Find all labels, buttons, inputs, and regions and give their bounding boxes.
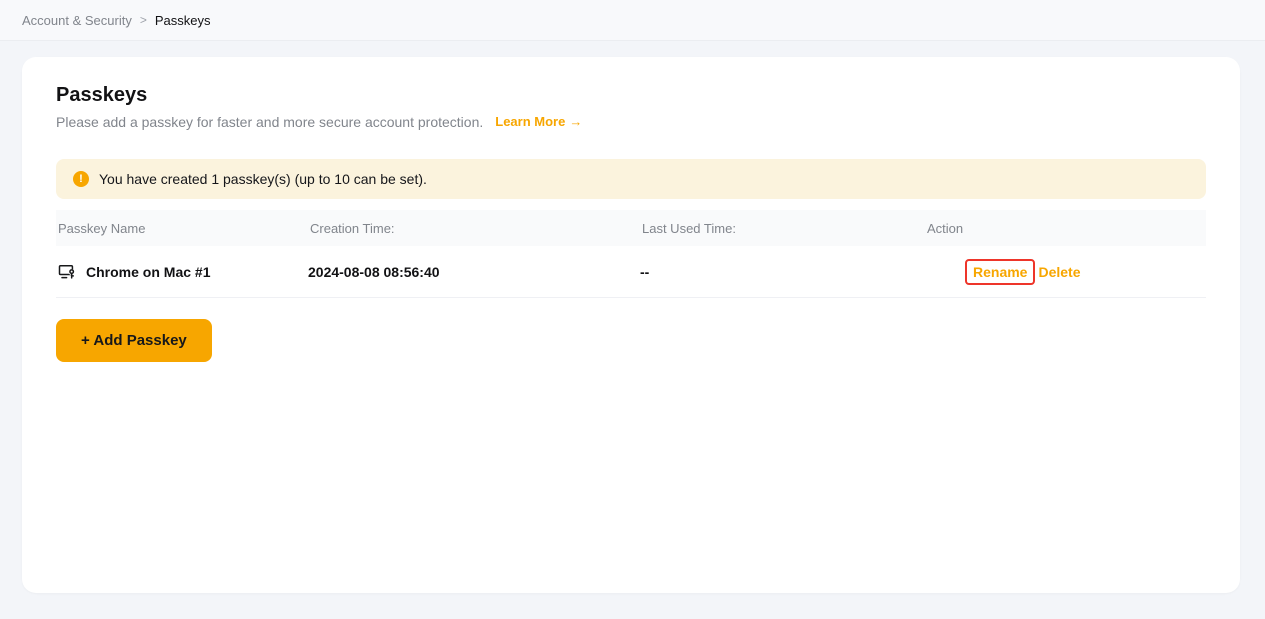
breadcrumb-current-passkeys: Passkeys <box>154 12 211 28</box>
creation-time-cell: 2024-08-08 08:56:40 <box>308 263 440 280</box>
passkey-device-icon <box>58 264 75 279</box>
breadcrumb: Account & Security > Passkeys <box>0 0 1265 41</box>
passkey-name: Chrome on Mac #1 <box>86 263 211 280</box>
page-title: Passkeys <box>56 84 148 106</box>
column-header-creation-time: Creation Time: <box>310 220 395 236</box>
table-header-row: Passkey Name Creation Time: Last Used Ti… <box>56 210 1206 246</box>
passkeys-table: Passkey Name Creation Time: Last Used Ti… <box>56 210 1206 298</box>
arrow-right-icon: → <box>569 114 583 129</box>
column-header-action: Action <box>927 220 964 236</box>
column-header-passkey-name: Passkey Name <box>58 220 146 236</box>
last-used-time-cell: -- <box>640 263 650 280</box>
info-exclamation-icon: ! <box>73 171 89 187</box>
breadcrumb-separator-icon: > <box>139 13 147 27</box>
passkey-name-cell: Chrome on Mac #1 <box>56 262 308 282</box>
add-passkey-button[interactable]: + Add Passkey <box>56 319 212 362</box>
column-header-last-used-time: Last Used Time: <box>642 220 736 236</box>
page-description: Please add a passkey for faster and more… <box>56 114 484 130</box>
annotation-highlight-box: Rename <box>965 258 1036 285</box>
delete-button[interactable]: Delete <box>1038 264 1080 280</box>
actions-cell: Rename Delete <box>925 258 1206 285</box>
passkey-count-notice: ! You have created 1 passkey(s) (up to 1… <box>56 159 1206 199</box>
page-description-row: Please add a passkey for faster and more… <box>56 113 1206 131</box>
learn-more-link[interactable]: Learn More → <box>495 113 582 131</box>
learn-more-label: Learn More <box>495 114 566 129</box>
breadcrumb-account-security[interactable]: Account & Security <box>22 13 132 28</box>
notice-text: You have created 1 passkey(s) (up to 10 … <box>99 171 427 187</box>
rename-button[interactable]: Rename <box>973 264 1027 280</box>
passkeys-card: Passkeys Please add a passkey for faster… <box>22 57 1240 593</box>
table-row: Chrome on Mac #1 2024-08-08 08:56:40 -- … <box>56 246 1206 298</box>
